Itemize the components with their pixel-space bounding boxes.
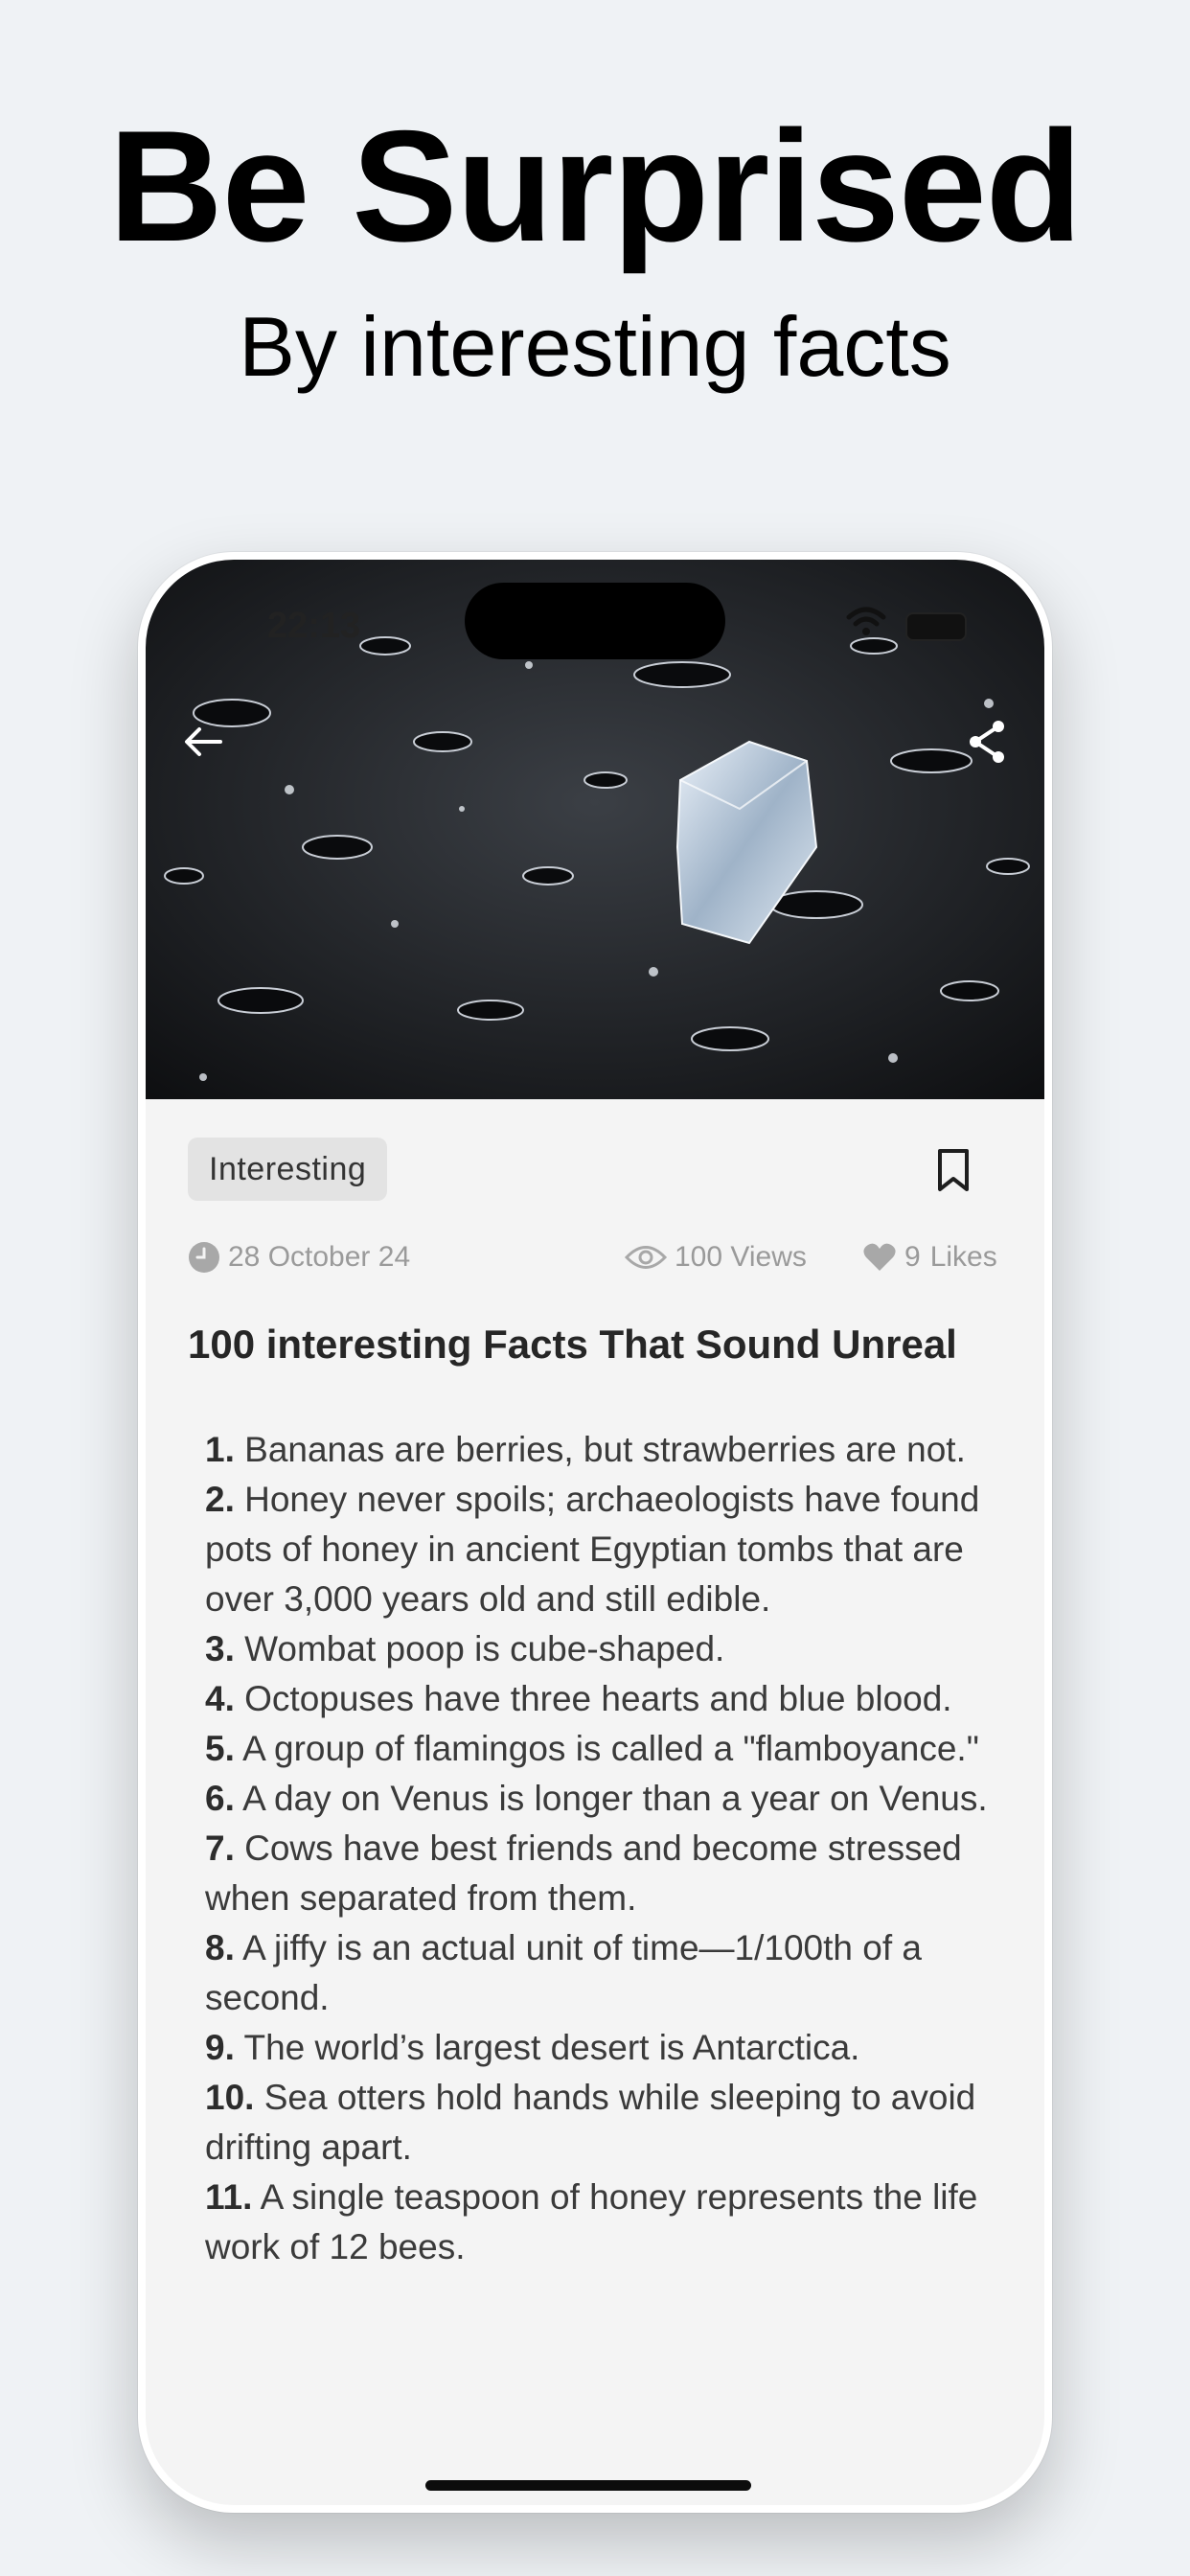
phone-frame: 22:13 Interesting 28 October 24 100 View… — [138, 552, 1052, 2513]
hero-image: 22:13 — [146, 560, 1044, 1099]
fact-text: Wombat poop is cube-shaped. — [234, 1629, 725, 1668]
home-indicator[interactable] — [425, 2480, 751, 2491]
fact-number: 10. — [205, 2078, 255, 2117]
eye-icon — [625, 1246, 667, 1269]
fact-number: 5. — [205, 1729, 235, 1768]
fact-number: 11. — [205, 2177, 253, 2217]
fact-item: 2. Honey never spoils; archaeologists ha… — [205, 1475, 1000, 1624]
promo-headline: Be Surprised — [108, 98, 1083, 274]
likes-meta: 9 Likes — [862, 1241, 997, 1274]
fact-text: A group of flamingos is called a "flambo… — [234, 1729, 979, 1768]
fact-text: Octopuses have three hearts and blue blo… — [234, 1679, 952, 1718]
fact-number: 7. — [205, 1828, 235, 1868]
date-meta: 28 October 24 — [188, 1241, 410, 1274]
likes-count: 9 — [904, 1241, 921, 1273]
fact-number: 9. — [205, 2028, 235, 2067]
promo-subheadline: By interesting facts — [239, 299, 951, 394]
fact-number: 8. — [205, 1928, 235, 1967]
fact-item: 7. Cows have best friends and become str… — [205, 1824, 1000, 1923]
share-icon[interactable] — [964, 717, 1010, 767]
fact-item: 9. The world’s largest desert is Antarct… — [205, 2023, 1000, 2073]
wifi-icon — [846, 607, 886, 635]
heart-icon[interactable] — [862, 1242, 897, 1273]
fact-text: Cows have best friends and become stress… — [205, 1828, 962, 1918]
fact-text: The world’s largest desert is Antarctica… — [234, 2028, 860, 2067]
fact-text: A jiffy is an actual unit of time—1/100t… — [205, 1928, 922, 2017]
fact-item: 6. A day on Venus is longer than a year … — [205, 1774, 1000, 1824]
fact-item: 1. Bananas are berries, but strawberries… — [205, 1425, 1000, 1475]
fact-item: 5. A group of flamingos is called a "fla… — [205, 1724, 1000, 1774]
facts-list: 1. Bananas are berries, but strawberries… — [205, 1425, 1000, 2272]
fact-text: Bananas are berries, but strawberries ar… — [234, 1430, 966, 1469]
article-title: 100 interesting Facts That Sound Unreal — [188, 1322, 957, 1367]
fact-item: 8. A jiffy is an actual unit of time—1/1… — [205, 1923, 1000, 2023]
likes-label: Likes — [929, 1241, 997, 1273]
article-content: Interesting 28 October 24 100 Views 9 Li… — [146, 1099, 1044, 2505]
views-meta: 100 Views — [625, 1241, 807, 1274]
fact-text: A single teaspoon of honey represents th… — [205, 2177, 978, 2266]
battery-icon — [905, 612, 967, 641]
fact-number: 4. — [205, 1679, 235, 1718]
bookmark-icon[interactable] — [933, 1147, 973, 1193]
fact-item: 11. A single teaspoon of honey represent… — [205, 2173, 1000, 2272]
fact-text: Sea otters hold hands while sleeping to … — [205, 2078, 976, 2167]
category-tag[interactable]: Interesting — [188, 1138, 388, 1201]
fact-item: 3. Wombat poop is cube-shaped. — [205, 1624, 1000, 1674]
fact-number: 2. — [205, 1480, 235, 1519]
back-arrow-icon[interactable] — [178, 717, 228, 767]
fact-number: 6. — [205, 1779, 235, 1818]
clock-icon — [189, 1242, 219, 1273]
fact-number: 1. — [205, 1430, 235, 1469]
views-count: 100 Views — [675, 1241, 807, 1273]
fact-text: A day on Venus is longer than a year on … — [234, 1779, 988, 1818]
fact-item: 10. Sea otters hold hands while sleeping… — [205, 2073, 1000, 2173]
fact-text: Honey never spoils; archaeologists have … — [205, 1480, 980, 1619]
phone-screen: 22:13 Interesting 28 October 24 100 View… — [146, 560, 1044, 2505]
article-date: 28 October 24 — [228, 1241, 411, 1273]
status-time: 22:13 — [267, 606, 361, 646]
fact-item: 4. Octopuses have three hearts and blue … — [205, 1674, 1000, 1724]
dynamic-island — [465, 583, 725, 659]
fact-number: 3. — [205, 1629, 235, 1668]
